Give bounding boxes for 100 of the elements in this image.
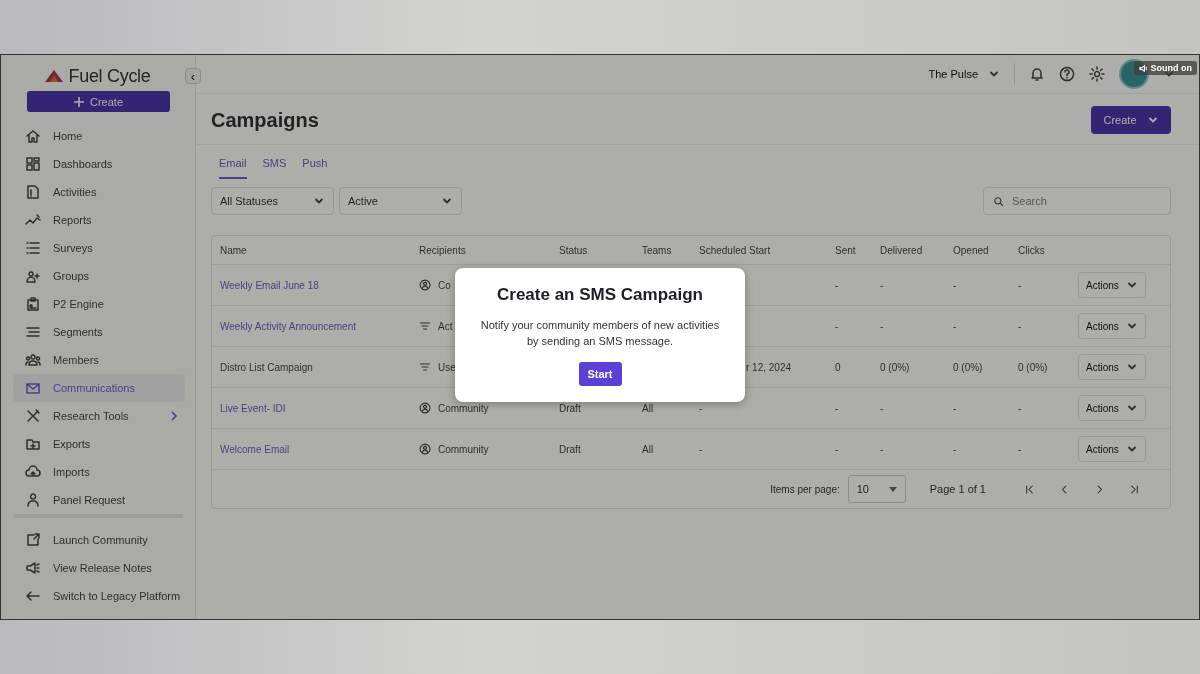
campaign-link[interactable]: Weekly Email June 18 [220,279,319,291]
campaign-link[interactable]: Live Event- IDI [220,402,286,414]
cloud-upload-icon [25,464,41,480]
campaign-link[interactable]: Weekly Activity Announcement [220,320,356,332]
megaphone-icon [25,560,41,576]
sidebar-item[interactable]: P2 Engine [13,290,185,318]
document-icon [25,184,41,200]
table-cell: Community [438,402,489,414]
create-button[interactable]: Create [27,91,170,112]
trend-line-icon [25,212,41,228]
sidebar-item[interactable]: Segments [13,318,185,346]
id-badge-icon [25,296,41,312]
column-header: Opened [953,244,989,256]
modal-text: Notify your community members of new activities by sending an SMS message. [479,318,721,349]
sidebar-item[interactable]: Dashboards [13,150,185,178]
sidebar-item[interactable]: Imports [13,458,185,486]
grid-icon [25,156,41,172]
sidebar-item[interactable]: Groups [13,262,185,290]
collapse-button[interactable]: ‹ [185,68,201,84]
caret-icon [888,486,897,492]
column-header: Sent [835,244,856,256]
group-icon [25,352,41,368]
table-cell: Community [438,443,489,455]
actions-dropdown[interactable]: Actions [1078,436,1146,462]
table-cell: - [835,402,839,414]
list-icon [25,240,41,256]
sound-badge[interactable]: Sound on [1133,61,1197,75]
page-info: Page 1 of 1 [929,483,986,495]
start-button[interactable]: Start [578,362,622,386]
table-cell: Draft [559,402,581,414]
filter-dropdown[interactable]: Active [339,187,462,215]
speaker-icon [1138,63,1148,73]
sidebar-item[interactable]: Exports [13,430,185,458]
campaign-link[interactable]: Welcome Email [220,443,290,455]
search-icon [993,195,1004,207]
table-cell: - [699,402,703,414]
tab[interactable]: Push [302,157,328,179]
logo-icon [45,70,64,82]
actions-dropdown[interactable]: Actions [1078,313,1146,339]
sidebar-item[interactable]: Members [13,346,185,374]
table-cell: 0 (0%) [880,361,910,373]
person-add-icon [25,268,41,284]
external-link-icon [25,532,41,548]
sidebar-item[interactable]: Reports [13,206,185,234]
table-cell: - [953,320,957,332]
sidebar-item[interactable]: Home [13,122,185,150]
table-cell: All [642,443,654,455]
sidebar-item[interactable]: Switch to Legacy Platform [13,582,185,610]
tools-icon [25,408,41,424]
actions-dropdown[interactable]: Actions [1078,354,1146,380]
table-cell: - [835,320,839,332]
sidebar-item[interactable]: Surveys [13,234,185,262]
page-size-dropdown[interactable]: 10 [847,475,906,503]
page-title: Campaigns [211,108,319,132]
logo-text: Fuel Cycle [68,65,151,87]
tab[interactable]: SMS [262,157,287,179]
table-cell: 0 [835,361,841,373]
sidebar-item[interactable]: Panel Request [13,486,185,514]
home-icon [25,128,41,144]
table-cell: - [835,279,839,291]
sidebar-item[interactable]: Research Tools [13,402,185,430]
filter-icon [419,320,431,332]
community-dropdown[interactable]: The Pulse [928,68,1000,80]
column-header: Teams [642,244,672,256]
arrow-left-icon [25,588,41,604]
lines-icon [25,324,41,340]
sidebar-item[interactable]: View Release Notes [13,554,185,582]
modal-title: Create an SMS Campaign [497,285,703,305]
column-header: Name [220,244,247,256]
table-cell: - [953,402,957,414]
column-header: Delivered [880,244,923,256]
filter-dropdown[interactable]: All Statuses [211,187,334,215]
column-header: Status [559,244,588,256]
table-cell: Co [438,279,451,291]
table-cell: 0 (0%) [953,361,983,373]
table-cell: r 12, 2024 [746,361,792,373]
table-cell: 0 (0%) [1018,361,1048,373]
sidebar-item[interactable]: Launch Community [13,526,185,554]
column-header: Recipients [419,244,466,256]
actions-dropdown[interactable]: Actions [1078,395,1146,421]
column-header: Scheduled Start [699,244,771,256]
bell-icon [1029,66,1045,82]
filter-icon [419,361,431,373]
envelope-icon [25,380,41,396]
table-cell: - [880,320,884,332]
create-button[interactable]: Create [1091,106,1171,134]
search-input[interactable]: Search [1010,194,1154,208]
table-cell: - [880,279,884,291]
actions-dropdown[interactable]: Actions [1078,272,1146,298]
tab[interactable]: Email [219,157,247,179]
table-cell: - [1018,279,1022,291]
table-cell: Use [438,361,456,373]
last-page-icon [1129,483,1140,495]
sidebar-item[interactable]: Activities [13,178,185,206]
person-icon [25,492,41,508]
sidebar-item[interactable]: Communications [13,374,185,402]
items-per-page-label: Items per page: [770,483,840,495]
help-icon [1059,66,1075,82]
table-cell: - [699,443,703,455]
search-field[interactable]: Search [983,187,1171,215]
